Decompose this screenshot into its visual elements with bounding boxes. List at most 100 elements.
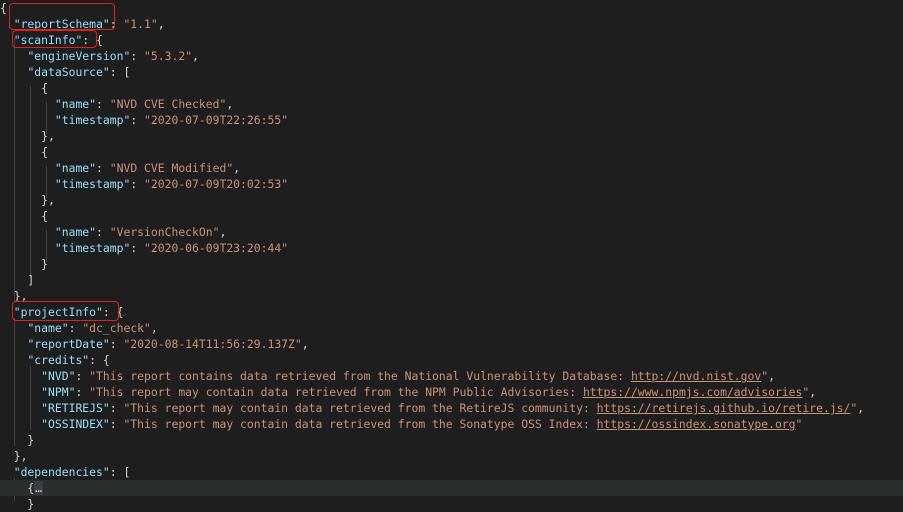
code-line-ds1-ts[interactable]: "timestamp": "2020-07-09T22:26:55" — [0, 112, 903, 128]
url-link[interactable]: https://retirejs.github.io/retire.js/ — [597, 401, 851, 415]
punctuation: : — [130, 49, 145, 63]
punctuation: : — [96, 97, 110, 111]
code-line-pi-report-date[interactable]: "reportDate": "2020-08-14T11:56:29.137Z"… — [0, 336, 903, 352]
json-key: "timestamp" — [54, 113, 131, 127]
code-line-engine-version[interactable]: "engineVersion": "5.3.2", — [0, 48, 903, 64]
json-string: "2020-06-09T23:20:44" — [144, 241, 289, 255]
code-line-ds3-open[interactable]: { — [0, 208, 903, 224]
code-line-ds2-open[interactable]: { — [0, 144, 903, 160]
punctuation: { — [0, 1, 7, 15]
code-line-ds1-open[interactable]: { — [0, 80, 903, 96]
annotation-box-scan-info — [12, 30, 97, 48]
json-key: "credits" — [27, 353, 90, 367]
punctuation: : — [96, 225, 110, 239]
punctuation: : — [109, 401, 124, 415]
url-link[interactable]: https://ossindex.sonatype.org — [597, 417, 796, 431]
code-line-pi-name[interactable]: "name": "dc_check", — [0, 320, 903, 336]
code-line-ds2-name[interactable]: "name": "NVD CVE Modified", — [0, 160, 903, 176]
code-line-ds-array-close[interactable]: ] — [0, 272, 903, 288]
punctuation: } — [0, 257, 49, 271]
json-string: "2020-08-14T11:56:29.137Z" — [123, 337, 302, 351]
punctuation — [0, 401, 41, 415]
punctuation — [0, 417, 41, 431]
url-link[interactable]: http://nvd.nist.gov — [631, 369, 761, 383]
json-editor[interactable]: { "reportSchema": "1.1", "scanInfo": { "… — [0, 0, 903, 511]
annotation-box-project-info — [12, 301, 119, 321]
punctuation — [0, 321, 27, 335]
punctuation: , — [192, 49, 199, 63]
code-line-credit-retirejs[interactable]: "RETIREJS": "This report may contain dat… — [0, 400, 903, 416]
code-line-project-info-close[interactable]: }, — [0, 448, 903, 464]
url-link[interactable]: https://www.npmjs.com/advisories — [583, 385, 802, 399]
punctuation: , — [857, 401, 865, 415]
json-string: "VersionCheckOn" — [109, 225, 220, 239]
punctuation — [0, 337, 27, 351]
code-line-dependencies[interactable]: "dependencies": [ — [0, 464, 903, 480]
punctuation: }, — [0, 193, 55, 207]
json-string: "dc_check" — [82, 321, 151, 335]
code-line-ds1-name[interactable]: "name": "NVD CVE Checked", — [0, 96, 903, 112]
json-key: "name" — [54, 161, 97, 175]
json-string: "This report may contain data retrieved … — [89, 385, 583, 399]
punctuation: : — [96, 161, 110, 175]
punctuation: , — [809, 385, 817, 399]
annotation-box-report-schema — [9, 3, 115, 30]
json-key: "timestamp" — [54, 241, 131, 255]
punctuation: : — [109, 417, 124, 431]
json-key: "OSSINDEX" — [41, 417, 110, 431]
json-key: "timestamp" — [54, 177, 131, 191]
punctuation: ] — [0, 273, 35, 287]
punctuation — [0, 465, 14, 479]
json-string: "2020-07-09T22:26:55" — [144, 113, 289, 127]
punctuation: } — [0, 433, 35, 447]
json-string: "This report may contain data retrieved … — [123, 417, 597, 431]
code-line-scan-info[interactable]: "scanInfo": { — [0, 32, 903, 48]
punctuation — [0, 65, 27, 79]
code-line-credit-ossindex[interactable]: "OSSINDEX": "This report may contain dat… — [0, 416, 903, 432]
code-line-credit-npm[interactable]: "NPM": "This report may contain data ret… — [0, 384, 903, 400]
json-key: "engineVersion" — [27, 49, 131, 63]
punctuation — [0, 113, 55, 127]
punctuation: , — [768, 369, 775, 383]
code-line-ds1-close[interactable]: }, — [0, 128, 903, 144]
punctuation: , — [219, 225, 227, 239]
code-line-project-info[interactable]: "projectInfo": { — [0, 304, 903, 320]
code-line-ds3-name[interactable]: "name": "VersionCheckOn", — [0, 224, 903, 240]
json-string: "2020-07-09T20:02:53" — [144, 177, 289, 191]
code-line-ds2-close[interactable]: }, — [0, 192, 903, 208]
code-line-ds3-close[interactable]: } — [0, 256, 903, 272]
json-string: " — [795, 417, 803, 431]
code-line-credits-close[interactable]: } — [0, 432, 903, 448]
code-line-scan-info-close[interactable]: }, — [0, 288, 903, 304]
json-string: "1.1" — [123, 17, 158, 31]
json-key: "dataSource" — [27, 65, 110, 79]
code-line-open-brace[interactable]: { — [0, 0, 903, 16]
code-line-pi-credits[interactable]: "credits": { — [0, 352, 903, 368]
code-line-credit-nvd[interactable]: "NVD": "This report contains data retrie… — [0, 368, 903, 384]
punctuation: { — [0, 81, 49, 95]
json-string: "This report contains data retrieved fro… — [89, 369, 631, 383]
punctuation: : — [109, 337, 124, 351]
json-key: "name" — [27, 321, 69, 335]
code-line-dep-folded[interactable]: {… — [0, 480, 903, 496]
folded-region-ellipsis[interactable]: … — [34, 481, 44, 495]
code-line-report-schema[interactable]: "reportSchema": "1.1", — [0, 16, 903, 32]
json-key: "reportDate" — [27, 337, 110, 351]
punctuation: } — [0, 497, 35, 511]
code-line-dep-folded-close[interactable]: } — [0, 496, 903, 512]
code-line-ds2-ts[interactable]: "timestamp": "2020-07-09T20:02:53" — [0, 176, 903, 192]
punctuation: : [ — [109, 65, 131, 79]
code-line-ds3-ts[interactable]: "timestamp": "2020-06-09T23:20:44" — [0, 240, 903, 256]
punctuation — [0, 161, 55, 175]
code-line-data-source[interactable]: "dataSource": [ — [0, 64, 903, 80]
punctuation: }, — [0, 129, 55, 143]
punctuation: , — [150, 321, 158, 335]
punctuation — [0, 369, 41, 383]
json-key: "NPM" — [41, 385, 76, 399]
punctuation — [0, 97, 55, 111]
json-key: "RETIREJS" — [41, 401, 110, 415]
punctuation: , — [301, 337, 309, 351]
json-key: "name" — [54, 97, 97, 111]
punctuation: : — [130, 177, 145, 191]
json-string: "NVD CVE Checked" — [109, 97, 227, 111]
